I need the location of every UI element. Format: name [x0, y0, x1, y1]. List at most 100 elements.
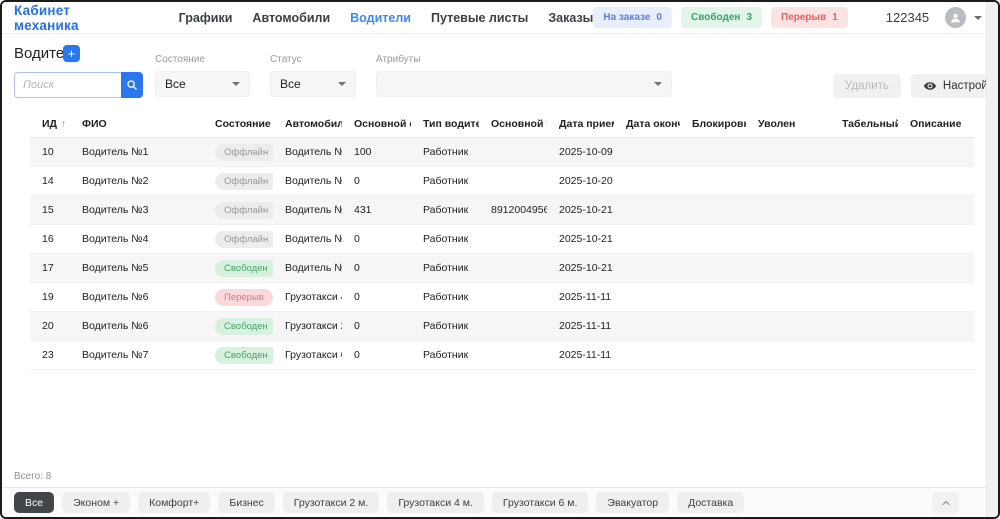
cell-block — [680, 225, 746, 254]
status-badge: Перерыв 1 — [771, 7, 848, 28]
cell-id: 19 — [42, 291, 54, 303]
column-header[interactable]: ФИО — [70, 112, 203, 138]
cell-fired — [746, 167, 830, 196]
cell-phone — [479, 254, 547, 283]
nav-item[interactable]: Графики — [179, 11, 233, 25]
cell-account: 431 — [354, 204, 372, 216]
column-header[interactable]: Автомобиль — [273, 112, 342, 138]
cell-hired: 2025-10-21 — [559, 233, 613, 245]
cell-desc — [898, 138, 974, 167]
filter-select[interactable]: Все — [270, 71, 356, 97]
sort-asc-icon: ↑ — [61, 119, 67, 130]
cell-fio: Водитель №6 — [82, 291, 149, 303]
status-badge: На заказе 0 — [593, 7, 672, 28]
column-header[interactable]: Состояние — [203, 112, 273, 138]
cell-ended — [614, 254, 680, 283]
column-header[interactable]: Основной те… — [479, 112, 547, 138]
main-nav: Графики Автомобили Водители Путевые листы За… — [179, 11, 594, 25]
column-header[interactable]: Блокировка — [680, 112, 746, 138]
cell-phone — [479, 167, 547, 196]
add-driver-button[interactable]: + — [63, 45, 80, 62]
scrollbar-track[interactable] — [986, 2, 998, 517]
table-row[interactable]: 23 Водитель №7 Свободен Грузотакси 6… 0 Работ… — [30, 341, 974, 370]
column-header[interactable]: Табельный … — [830, 112, 898, 138]
cell-state: Свободен — [203, 312, 273, 341]
column-header[interactable]: Тип водителя — [411, 112, 479, 138]
vehicle-class-chip[interactable]: Грузотакси 4 м. — [387, 492, 484, 513]
vehicle-class-chip[interactable]: Комфорт+ — [138, 492, 211, 513]
nav-item[interactable]: Автомобили — [252, 11, 330, 25]
cell-desc — [898, 254, 974, 283]
cell-state: Оффлайн — [203, 225, 273, 254]
cell-block — [680, 138, 746, 167]
state-badge: Свободен — [215, 317, 273, 335]
table-row[interactable]: 15 Водитель №3 Оффлайн Водитель №3… 431 Работ… — [30, 195, 974, 225]
avatar[interactable] — [945, 7, 967, 28]
cell-account: 100 — [354, 146, 372, 158]
nav-item[interactable]: Заказы — [548, 11, 593, 25]
table-row[interactable]: 17 Водитель №5 Свободен Водитель №5… 0 Работн… — [30, 253, 974, 283]
table-row[interactable]: 10 Водитель №1 Оффлайн Водитель №1… 100 Работ… — [30, 137, 974, 167]
cell-tab — [830, 283, 898, 312]
collapse-bar-button[interactable] — [932, 492, 959, 514]
column-header[interactable]: Основной сч… — [342, 112, 411, 138]
cell-fired — [746, 283, 830, 312]
vehicle-class-chip[interactable]: Эконом + — [62, 492, 131, 513]
search-button[interactable] — [121, 72, 143, 98]
vehicle-class-chip[interactable]: Грузотакси 2 м. — [282, 492, 380, 513]
table-row[interactable]: 20 Водитель №6 Свободен Грузотакси 2… 0 Работ… — [30, 311, 974, 341]
filter-select[interactable]: Все — [155, 71, 250, 97]
chevron-down-icon — [338, 82, 346, 86]
filter-select[interactable] — [376, 71, 672, 97]
app-title: Кабинет механика — [14, 2, 79, 33]
column-header[interactable]: Уволен — [746, 112, 830, 138]
search-input[interactable] — [14, 72, 121, 98]
vehicle-class-chip[interactable]: Бизнес — [218, 492, 275, 513]
table-row[interactable]: 14 Водитель №2 Оффлайн Водитель №2… 0 Работни… — [30, 167, 974, 196]
delete-button[interactable]: Удалить — [833, 74, 901, 98]
table-header-row: ИД↑ФИОСостояниеАвтомобильОсновной сч…Тип… — [30, 112, 974, 138]
top-bar: Кабинет механика Графики Автомобили Водите… — [2, 2, 986, 34]
filter-1: Статус Все — [270, 54, 356, 97]
cell-fio: Водитель №6 — [82, 320, 149, 332]
cell-phone: 89120049566 — [491, 204, 547, 216]
state-badge: Перерыв — [215, 288, 273, 306]
table-row[interactable]: 19 Водитель №6 Перерыв Грузотакси 4… 0 Работн… — [30, 283, 974, 312]
table-row[interactable]: 16 Водитель №4 Оффлайн Водитель №4… 0 Работни… — [30, 225, 974, 254]
vehicle-class-chip[interactable]: Эвакуатор — [596, 492, 670, 513]
filters: Состояние Все Статус Все Атрибуты — [155, 54, 672, 97]
vehicle-class-chip[interactable]: Грузотакси 6 м. — [491, 492, 589, 513]
cell-fired — [746, 341, 830, 370]
cell-ended — [614, 283, 680, 312]
vehicle-class-chip[interactable]: Доставка — [677, 492, 745, 513]
cell-phone — [479, 341, 547, 370]
column-header[interactable]: ИД ↑ — [30, 112, 70, 138]
column-header[interactable]: Дата оконча… — [614, 112, 680, 138]
cell-fired — [746, 312, 830, 341]
cell-car: Водитель №3… — [285, 204, 342, 216]
cell-type: Работник — [423, 146, 469, 158]
column-header[interactable]: Описание — [898, 112, 974, 138]
cell-hired: 2025-10-20 — [559, 175, 613, 187]
cell-car: Грузотакси 6… — [285, 349, 342, 361]
cell-block — [680, 167, 746, 196]
app-window: Кабинет механика Графики Автомобили Водите… — [0, 0, 1000, 519]
cell-ended — [614, 225, 680, 254]
cell-hired: 2025-10-21 — [559, 204, 613, 216]
state-badge: Оффлайн — [215, 172, 273, 190]
cell-type: Работник — [423, 262, 469, 274]
cell-ended — [614, 167, 680, 196]
cell-desc — [898, 341, 974, 370]
nav-item[interactable]: Путевые листы — [431, 11, 528, 25]
cell-phone — [479, 138, 547, 167]
cell-block — [680, 283, 746, 312]
nav-item[interactable]: Водители — [350, 11, 411, 25]
user-menu-caret-icon[interactable] — [974, 15, 983, 20]
cell-id: 10 — [42, 146, 54, 158]
vehicle-class-chip[interactable]: Все — [14, 492, 55, 513]
column-header[interactable]: Дата прием… — [547, 112, 614, 138]
cell-id: 16 — [42, 233, 54, 245]
cell-type: Работник — [423, 204, 469, 216]
cell-car: Грузотакси 2… — [285, 320, 342, 332]
cell-hired: 2025-11-11 — [559, 291, 612, 303]
